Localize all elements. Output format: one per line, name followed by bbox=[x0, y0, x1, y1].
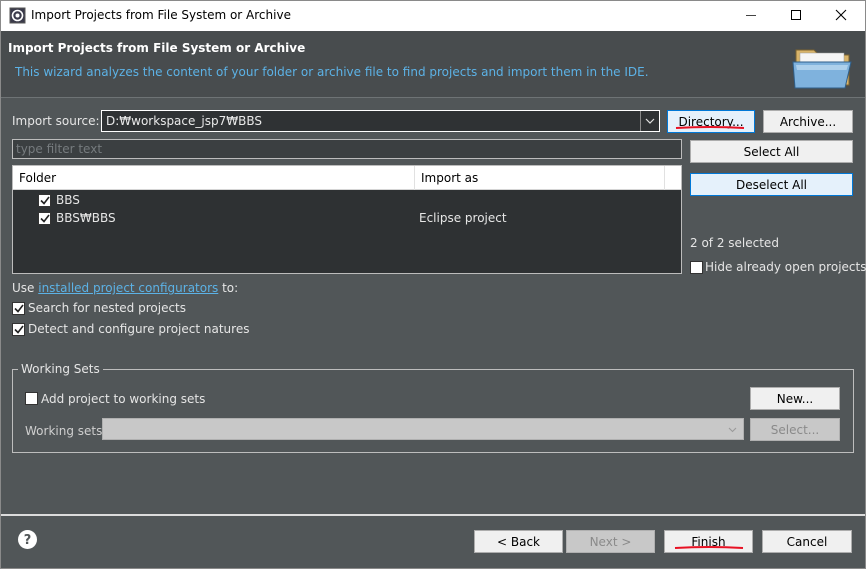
configurators-link[interactable]: installed project configurators bbox=[38, 281, 218, 295]
footer-divider bbox=[1, 514, 865, 516]
wizard-title: Import Projects from File System or Arch… bbox=[8, 41, 306, 55]
red-annotation-underline bbox=[675, 126, 745, 129]
selection-count: 2 of 2 selected bbox=[690, 236, 779, 250]
cancel-button[interactable]: Cancel bbox=[762, 530, 852, 553]
project-natures-checkbox[interactable] bbox=[12, 323, 25, 336]
column-header-folder[interactable]: Folder bbox=[13, 166, 415, 190]
hide-open-projects-checkbox[interactable] bbox=[690, 261, 703, 274]
filter-input[interactable] bbox=[13, 140, 681, 158]
table-row[interactable]: BBS bbox=[13, 191, 681, 209]
filter-input-wrapper bbox=[12, 139, 682, 159]
deselect-all-button[interactable]: Deselect All bbox=[690, 173, 853, 196]
working-sets-legend: Working Sets bbox=[18, 362, 103, 376]
eclipse-app-icon bbox=[9, 7, 26, 24]
close-button[interactable] bbox=[818, 0, 864, 30]
select-working-sets-label: Select... bbox=[770, 422, 820, 437]
configurators-prefix: Use bbox=[12, 281, 39, 295]
table-row[interactable]: BBS₩BBS Eclipse project bbox=[13, 209, 681, 227]
configurators-line: Use installed project configurators to: bbox=[12, 281, 238, 295]
wizard-description: This wizard analyzes the content of your… bbox=[15, 65, 649, 79]
new-working-set-label: New... bbox=[776, 391, 814, 406]
row-folder: BBS₩BBS bbox=[56, 211, 116, 225]
back-label: < Back bbox=[496, 534, 540, 549]
open-folder-icon bbox=[792, 49, 852, 89]
select-working-sets-button[interactable]: Select... bbox=[750, 418, 840, 441]
maximize-button[interactable] bbox=[773, 0, 819, 30]
projects-table: Folder Import as BBS BBS₩BBS Eclipse pro… bbox=[12, 165, 682, 274]
add-to-working-sets-checkbox[interactable] bbox=[25, 392, 38, 405]
checkmark-icon bbox=[13, 325, 24, 334]
checkmark-icon bbox=[39, 214, 50, 223]
table-header: Folder Import as bbox=[13, 166, 681, 190]
import-source-label: Import source: bbox=[12, 114, 100, 128]
row-import-as: Eclipse project bbox=[419, 211, 507, 225]
checkmark-icon bbox=[13, 304, 24, 313]
row-checkbox[interactable] bbox=[38, 194, 51, 207]
back-button[interactable]: < Back bbox=[474, 530, 563, 553]
nested-projects-checkbox[interactable] bbox=[12, 302, 25, 315]
row-folder: BBS bbox=[56, 193, 80, 207]
archive-button-label: Archive... bbox=[779, 114, 837, 129]
minimize-icon bbox=[746, 15, 756, 16]
nested-projects-label[interactable]: Search for nested projects bbox=[28, 301, 186, 315]
next-label: Next > bbox=[589, 534, 632, 549]
working-sets-combo[interactable] bbox=[102, 418, 744, 440]
working-sets-label: Working sets: bbox=[25, 424, 107, 438]
select-all-button[interactable]: Select All bbox=[690, 140, 853, 163]
next-button[interactable]: Next > bbox=[566, 530, 655, 553]
select-all-label: Select All bbox=[743, 144, 800, 159]
chevron-down-icon bbox=[645, 118, 655, 124]
configurators-suffix: to: bbox=[218, 281, 239, 295]
import-source-dropdown[interactable] bbox=[640, 111, 659, 131]
working-sets-group bbox=[12, 369, 854, 453]
new-working-set-button[interactable]: New... bbox=[750, 387, 840, 410]
column-header-import-as[interactable]: Import as bbox=[415, 166, 665, 190]
import-source-combo[interactable]: D:₩workspace_jsp7₩BBS bbox=[101, 110, 660, 132]
import-source-value: D:₩workspace_jsp7₩BBS bbox=[106, 114, 262, 128]
window-title: Import Projects from File System or Arch… bbox=[31, 8, 291, 22]
red-annotation-underline bbox=[674, 546, 744, 549]
close-icon bbox=[835, 9, 847, 21]
minimize-button[interactable] bbox=[728, 0, 774, 30]
cancel-label: Cancel bbox=[786, 534, 828, 549]
archive-button[interactable]: Archive... bbox=[763, 110, 853, 133]
row-checkbox[interactable] bbox=[38, 212, 51, 225]
hide-open-projects-label[interactable]: Hide already open projects bbox=[705, 260, 866, 274]
chevron-down-icon bbox=[728, 427, 737, 433]
checkmark-icon bbox=[39, 196, 50, 205]
project-natures-label[interactable]: Detect and configure project natures bbox=[28, 322, 249, 336]
deselect-all-label: Deselect All bbox=[736, 177, 807, 192]
add-to-working-sets-label[interactable]: Add project to working sets bbox=[41, 392, 205, 406]
svg-text:?: ? bbox=[24, 533, 32, 548]
help-icon[interactable]: ? bbox=[17, 529, 38, 550]
maximize-icon bbox=[791, 10, 801, 20]
header-divider bbox=[1, 97, 865, 98]
